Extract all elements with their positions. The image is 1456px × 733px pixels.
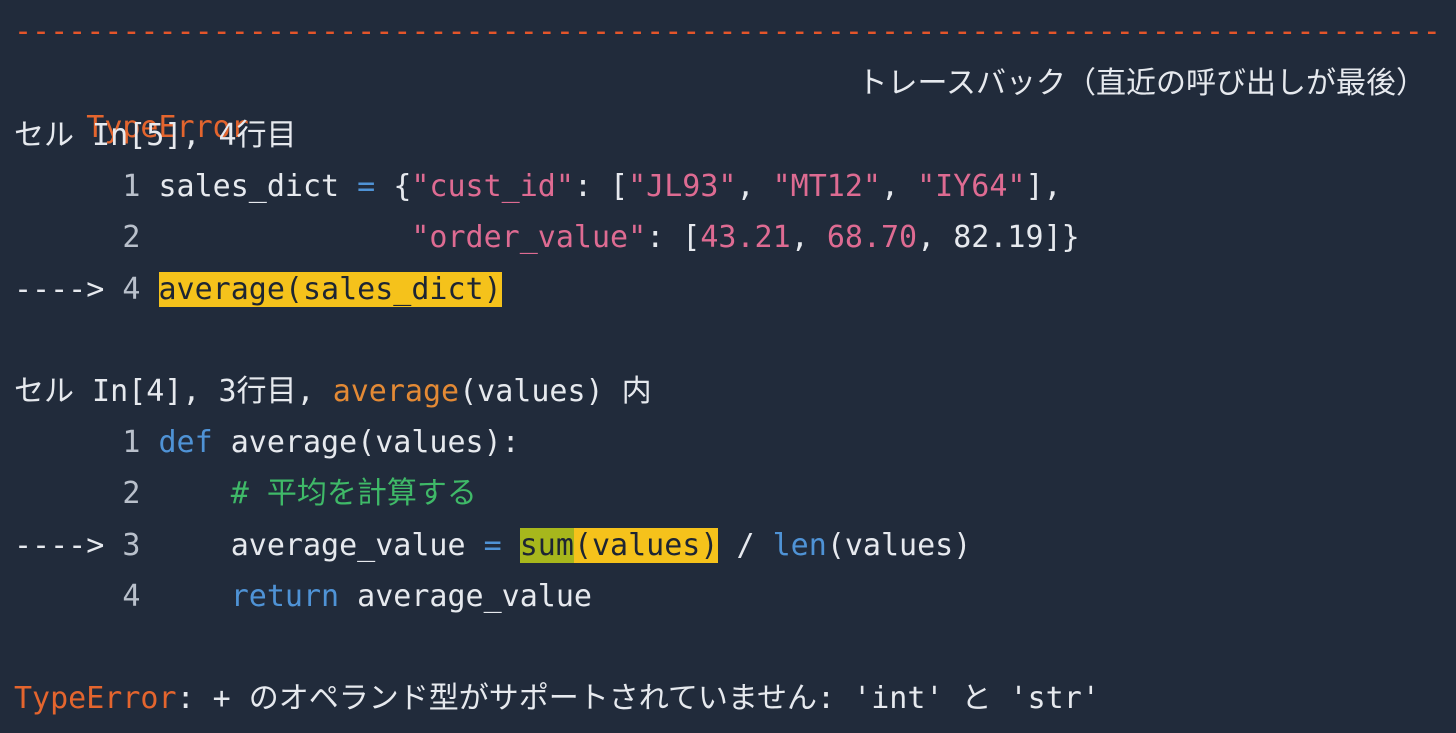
code-token: average_value xyxy=(230,528,466,563)
traceback-header: TypeError xyxy=(14,62,249,145)
highlighted-function: sum xyxy=(519,528,574,563)
line-number: 1 xyxy=(122,169,141,204)
string-literal: "JL93" xyxy=(628,169,737,204)
code-line-current: ----> 4 average(sales_dict) xyxy=(14,268,502,312)
code-token: = xyxy=(339,169,394,204)
code-line: 2 # 平均を計算する xyxy=(14,472,477,516)
code-token: , xyxy=(736,169,773,204)
line-marker xyxy=(14,169,122,204)
error-message: TypeError: + のオペランド型がサポートされていません: 'int' … xyxy=(14,677,1100,721)
line-number: 2 xyxy=(122,476,141,511)
code-token: average_value xyxy=(339,579,592,614)
code-token: sales_dict xyxy=(158,169,340,204)
code-token: : [ xyxy=(573,169,629,204)
string-literal: "cust_id" xyxy=(411,169,574,204)
line-marker: ----> xyxy=(14,272,123,307)
highlighted-call: average(sales_dict) xyxy=(158,272,502,307)
code-token: , xyxy=(790,220,827,255)
code-line: 1 sales_dict = {"cust_id": ["JL93", "MT1… xyxy=(14,165,1062,209)
frame-location: セル In[4], 3行目, average(values) 内 xyxy=(14,370,652,414)
code-token: ]} xyxy=(1043,220,1080,255)
line-number: 1 xyxy=(122,425,141,460)
traceback-output: ----------------------------------------… xyxy=(0,0,1456,733)
frame-location-suffix: (values) 内 xyxy=(459,374,652,409)
highlighted-args: (values) xyxy=(573,528,719,563)
line-marker xyxy=(14,579,122,614)
code-line-current: ----> 3 average_value = sum(values) / le… xyxy=(14,524,971,568)
code-token: { xyxy=(393,169,412,204)
code-comment: # 平均を計算する xyxy=(230,476,477,511)
code-token: 82.19 xyxy=(953,220,1044,255)
frame-location-prefix: セル In[4], 3行目, xyxy=(14,374,333,409)
line-number: 3 xyxy=(122,528,141,563)
code-token: , xyxy=(881,169,918,204)
error-type: TypeError xyxy=(14,681,177,716)
string-literal: "MT12" xyxy=(772,169,881,204)
line-marker: ----> xyxy=(14,528,123,563)
number-literal: 43.21 xyxy=(700,220,791,255)
error-text: : + のオペランド型がサポートされていません: 'int' と 'str' xyxy=(176,681,1100,716)
string-literal: "IY64" xyxy=(917,169,1026,204)
separator-rule: ----------------------------------------… xyxy=(14,22,1442,42)
code-token: / xyxy=(718,528,773,563)
line-marker xyxy=(14,476,122,511)
line-marker xyxy=(14,220,122,255)
code-token: average(values): xyxy=(212,425,520,460)
builtin-function: len xyxy=(772,528,827,563)
frame-function-name: average xyxy=(332,374,460,409)
code-token: ], xyxy=(1025,169,1062,204)
code-token: , xyxy=(917,220,954,255)
code-token: = xyxy=(465,528,520,563)
line-number: 4 xyxy=(122,272,141,307)
code-token: : [ xyxy=(646,220,701,255)
string-literal: "order_value" xyxy=(411,220,647,255)
traceback-title: トレースバック（直近の呼び出しが最後） xyxy=(857,66,1427,101)
code-line: 2 "order_value": [43.21, 68.70, 82.19]} xyxy=(14,216,1080,260)
code-token: (values) xyxy=(826,528,972,563)
number-literal: 68.70 xyxy=(826,220,918,255)
line-number: 2 xyxy=(122,220,141,255)
keyword: def xyxy=(158,425,213,460)
code-line: 4 return average_value xyxy=(14,575,592,619)
code-line: 1 def average(values): xyxy=(14,421,520,465)
line-marker xyxy=(14,425,122,460)
frame-location: セル In[5], 4行目 xyxy=(14,118,297,153)
keyword: return xyxy=(230,579,340,614)
line-number: 4 xyxy=(122,579,141,614)
